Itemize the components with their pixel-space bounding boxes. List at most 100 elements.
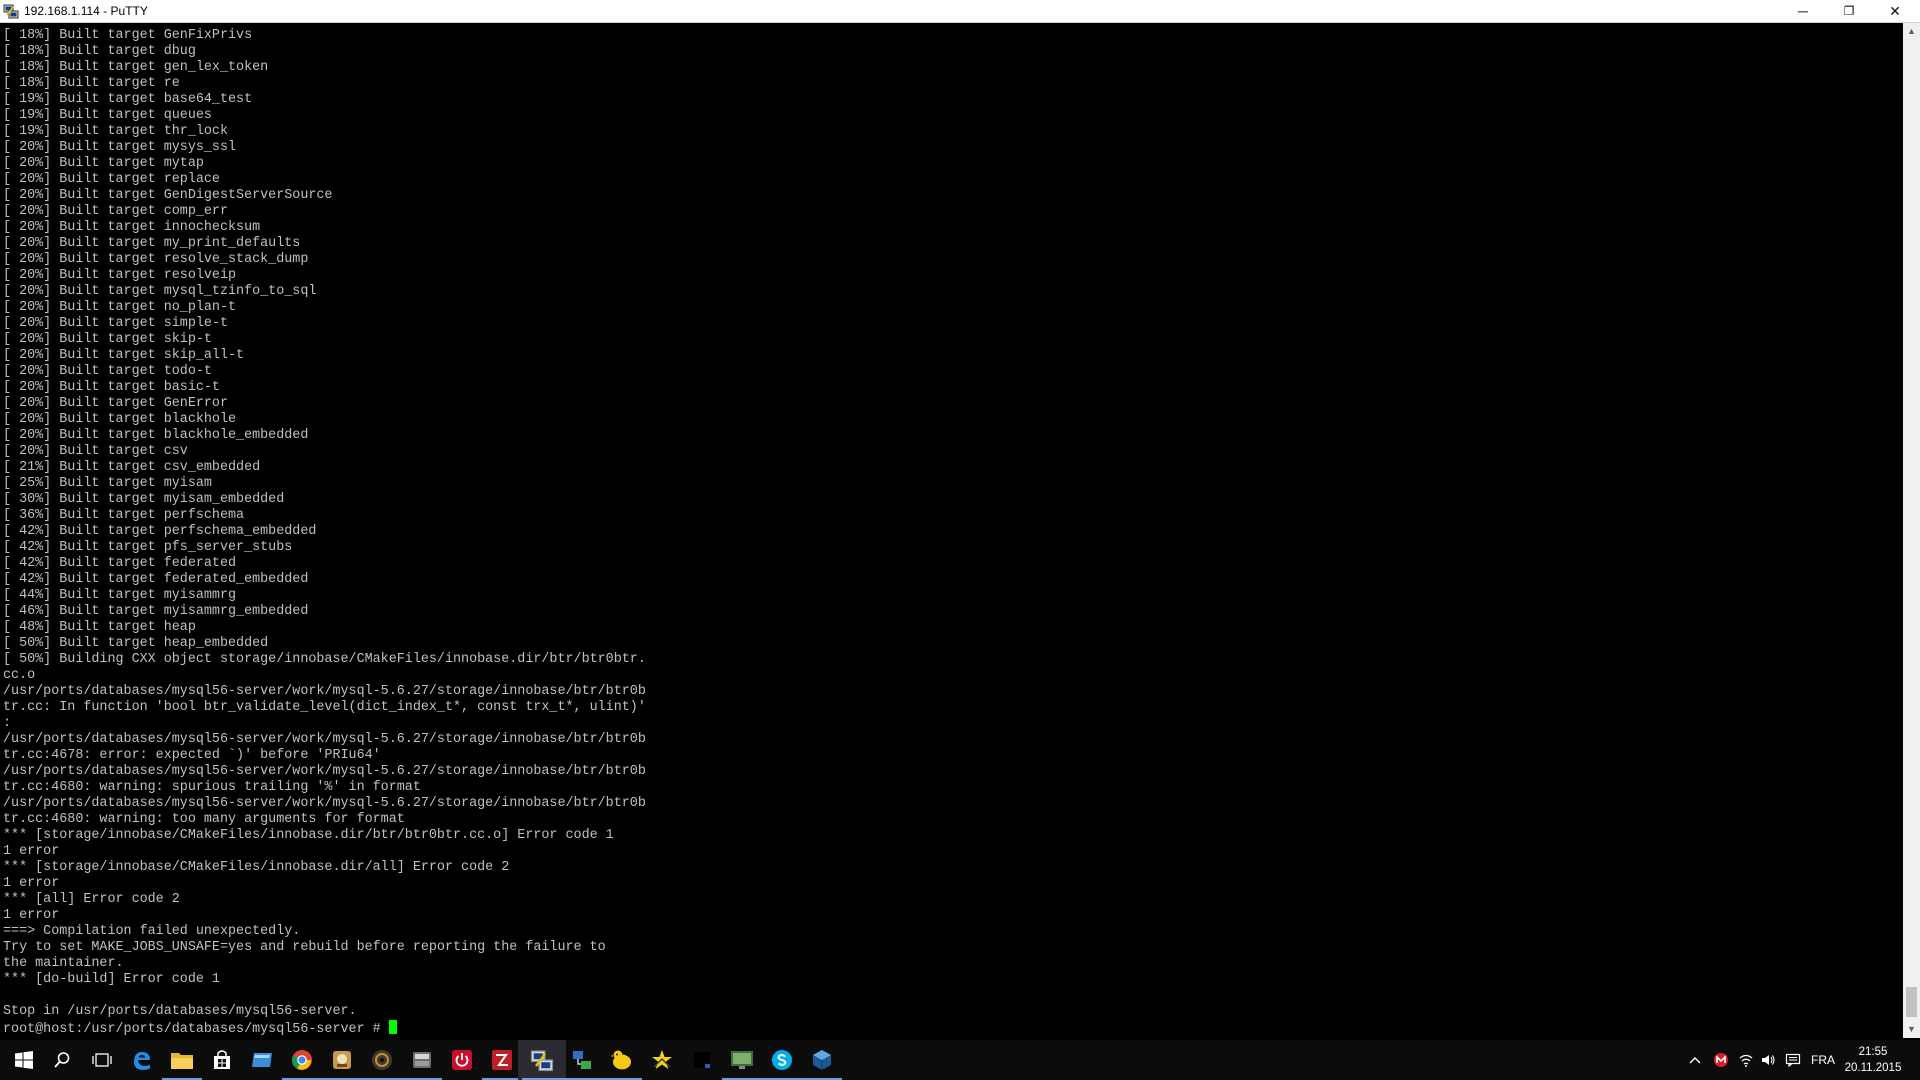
- terminal-line: [ 46%] Built target myisammrg_embedded: [3, 604, 309, 619]
- terminal-line: /usr/ports/databases/mysql56-server/work…: [3, 684, 646, 699]
- terminal-line: [ 20%] Built target replace: [3, 172, 220, 187]
- terminal-line: *** [storage/innobase/CMakeFiles/innobas…: [3, 828, 614, 843]
- tray-clock[interactable]: 21:55 20.11.2015: [1838, 1044, 1908, 1076]
- terminal-line: [ 48%] Built target heap: [3, 620, 196, 635]
- putty-icon[interactable]: [3, 3, 19, 19]
- tray-volume[interactable]: [1757, 1040, 1779, 1080]
- terminal-line: [ 20%] Built target resolve_stack_dump: [3, 252, 309, 267]
- putty-icon: [530, 1048, 554, 1072]
- virtualbox-icon: [811, 1049, 833, 1071]
- box-app-icon: [411, 1049, 433, 1071]
- prompt-text: root@host:/usr/ports/databases/mysql56-s…: [3, 1022, 389, 1037]
- task-view-icon: [92, 1052, 112, 1068]
- show-hidden-icons-chevron[interactable]: [1685, 1040, 1705, 1080]
- store-icon: [211, 1049, 233, 1071]
- minimize-button[interactable]: ─: [1780, 0, 1826, 22]
- terminal-line: 1 error: [3, 844, 60, 859]
- search-icon: [53, 1051, 71, 1069]
- scrollbar-thumb[interactable]: [1906, 987, 1917, 1017]
- terminal-output[interactable]: [ 18%] Built target GenFixPrivs[ 18%] Bu…: [0, 23, 1900, 1038]
- terminal-line: [ 20%] Built target mysys_ssl: [3, 140, 237, 155]
- terminal-line: [ 19%] Built target base64_test: [3, 92, 253, 107]
- power-icon: [451, 1049, 473, 1071]
- terminal-line: ===> Compilation failed unexpectedly.: [3, 924, 301, 939]
- chick-icon: [610, 1049, 634, 1071]
- terminal-line: [ 42%] Built target perfschema_embedded: [3, 524, 317, 539]
- speaker-icon: [1762, 1055, 1775, 1065]
- maximize-button[interactable]: ❐: [1826, 0, 1872, 22]
- terminal-line: [ 18%] Built target re: [3, 76, 180, 91]
- terminal-line: [ 20%] Built target mytap: [3, 156, 204, 171]
- terminal-line: [ 20%] Built target comp_err: [3, 204, 228, 219]
- terminal-line: [ 18%] Built target gen_lex_token: [3, 60, 269, 75]
- terminal-line: [ 20%] Built target skip-t: [3, 332, 212, 347]
- terminal-line: [ 20%] Built target basic-t: [3, 380, 220, 395]
- terminal-line: [ 25%] Built target myisam: [3, 476, 212, 491]
- terminal-line: tr.cc:4680: warning: too many arguments …: [3, 812, 405, 827]
- terminal-line: [ 18%] Built target GenFixPrivs: [3, 28, 253, 43]
- terminal-line: [ 20%] Built target resolveip: [3, 268, 237, 283]
- terminal-line: /usr/ports/databases/mysql56-server/work…: [3, 796, 646, 811]
- terminal-line: 1 error: [3, 876, 60, 891]
- chevron-up-icon: [1689, 1057, 1701, 1064]
- edge-icon: [131, 1049, 153, 1071]
- terminal-line: tr.cc:4680: warning: spurious trailing '…: [3, 780, 421, 795]
- terminal-line: [ 20%] Built target blackhole: [3, 412, 237, 427]
- terminal-line: cc.o: [3, 668, 36, 683]
- terminal-line: /usr/ports/databases/mysql56-server/work…: [3, 764, 646, 779]
- terminal-line: [ 50%] Built target heap_embedded: [3, 636, 269, 651]
- scroll-down-arrow-icon[interactable]: ▼: [1903, 1021, 1920, 1038]
- terminal-line: 1 error: [3, 908, 60, 923]
- taskbar: FRA 21:55 20.11.2015: [0, 1040, 1920, 1080]
- terminal-line: [ 19%] Built target queues: [3, 108, 212, 123]
- terminal-line: [ 20%] Built target blackhole_embedded: [3, 428, 309, 443]
- terminal-line: Try to set MAKE_JOBS_UNSAFE=yes and rebu…: [3, 940, 606, 955]
- vertical-scrollbar[interactable]: ▲ ▼: [1903, 23, 1920, 1038]
- terminal-line: [ 20%] Built target my_print_defaults: [3, 236, 301, 251]
- text-cursor: [388, 1020, 397, 1034]
- disc-icon: [371, 1049, 393, 1071]
- terminal-line: [ 20%] Built target todo-t: [3, 364, 212, 379]
- terminal-line: [ 20%] Built target no_plan-t: [3, 300, 237, 315]
- red-shield-icon: [1714, 1053, 1728, 1067]
- clock-date: 20.11.2015: [1844, 1062, 1902, 1074]
- badge-app-icon: [331, 1049, 353, 1071]
- star-icon: [650, 1049, 674, 1071]
- command-prompt[interactable]: root@host:/usr/ports/databases/mysql56-s…: [3, 1020, 646, 1037]
- terminal-line: [ 19%] Built target thr_lock: [3, 124, 228, 139]
- terminal-lines: [ 18%] Built target GenFixPrivs[ 18%] Bu…: [3, 28, 646, 1037]
- terminal-line: [ 42%] Built target pfs_server_stubs: [3, 540, 293, 555]
- terminal-line: [ 20%] Built target csv: [3, 444, 188, 459]
- terminal-line: [ 18%] Built target dbug: [3, 44, 196, 59]
- terminal-line: [ 42%] Built target federated: [3, 556, 237, 571]
- skype-icon: [771, 1049, 793, 1071]
- terminal-line: [ 20%] Built target simple-t: [3, 316, 228, 331]
- terminal-line: /usr/ports/databases/mysql56-server/work…: [3, 732, 646, 747]
- tray-action-center[interactable]: [1781, 1040, 1805, 1080]
- taskbar-virtualbox[interactable]: [798, 1040, 846, 1080]
- terminal-line: [ 21%] Built target csv_embedded: [3, 460, 261, 475]
- title-bar: 192.168.1.114 - PuTTY ─ ❐ ✕: [0, 0, 1920, 23]
- tray-wifi[interactable]: [1735, 1040, 1757, 1080]
- terminal-line: tr.cc: In function 'bool btr_validate_le…: [3, 700, 646, 715]
- terminal-line: [ 20%] Built target innochecksum: [3, 220, 261, 235]
- clock-time: 21:55: [1858, 1046, 1888, 1058]
- terminal-line: the maintainer.: [3, 956, 124, 971]
- terminal-line: [ 20%] Built target GenDigestServerSourc…: [3, 188, 333, 203]
- chrome-icon: [291, 1049, 313, 1071]
- black-window-icon: [691, 1049, 713, 1071]
- close-button[interactable]: ✕: [1872, 0, 1918, 22]
- tray-antivirus[interactable]: [1710, 1040, 1732, 1080]
- terminal-line: [ 42%] Built target federated_embedded: [3, 572, 309, 587]
- windows-logo-icon: [15, 1051, 33, 1069]
- filezilla-icon: [491, 1049, 513, 1071]
- terminal-line: Stop in /usr/ports/databases/mysql56-ser…: [3, 1004, 357, 1019]
- wifi-icon: [1739, 1054, 1753, 1067]
- window-title: 192.168.1.114 - PuTTY: [24, 4, 148, 18]
- terminal-line: tr.cc:4678: error: expected `)' before '…: [3, 748, 381, 763]
- monitor-icon: [730, 1049, 754, 1071]
- tray-language[interactable]: FRA: [1806, 1040, 1840, 1080]
- terminal-line: [ 20%] Built target skip_all-t: [3, 348, 245, 363]
- scroll-up-arrow-icon[interactable]: ▲: [1903, 23, 1920, 40]
